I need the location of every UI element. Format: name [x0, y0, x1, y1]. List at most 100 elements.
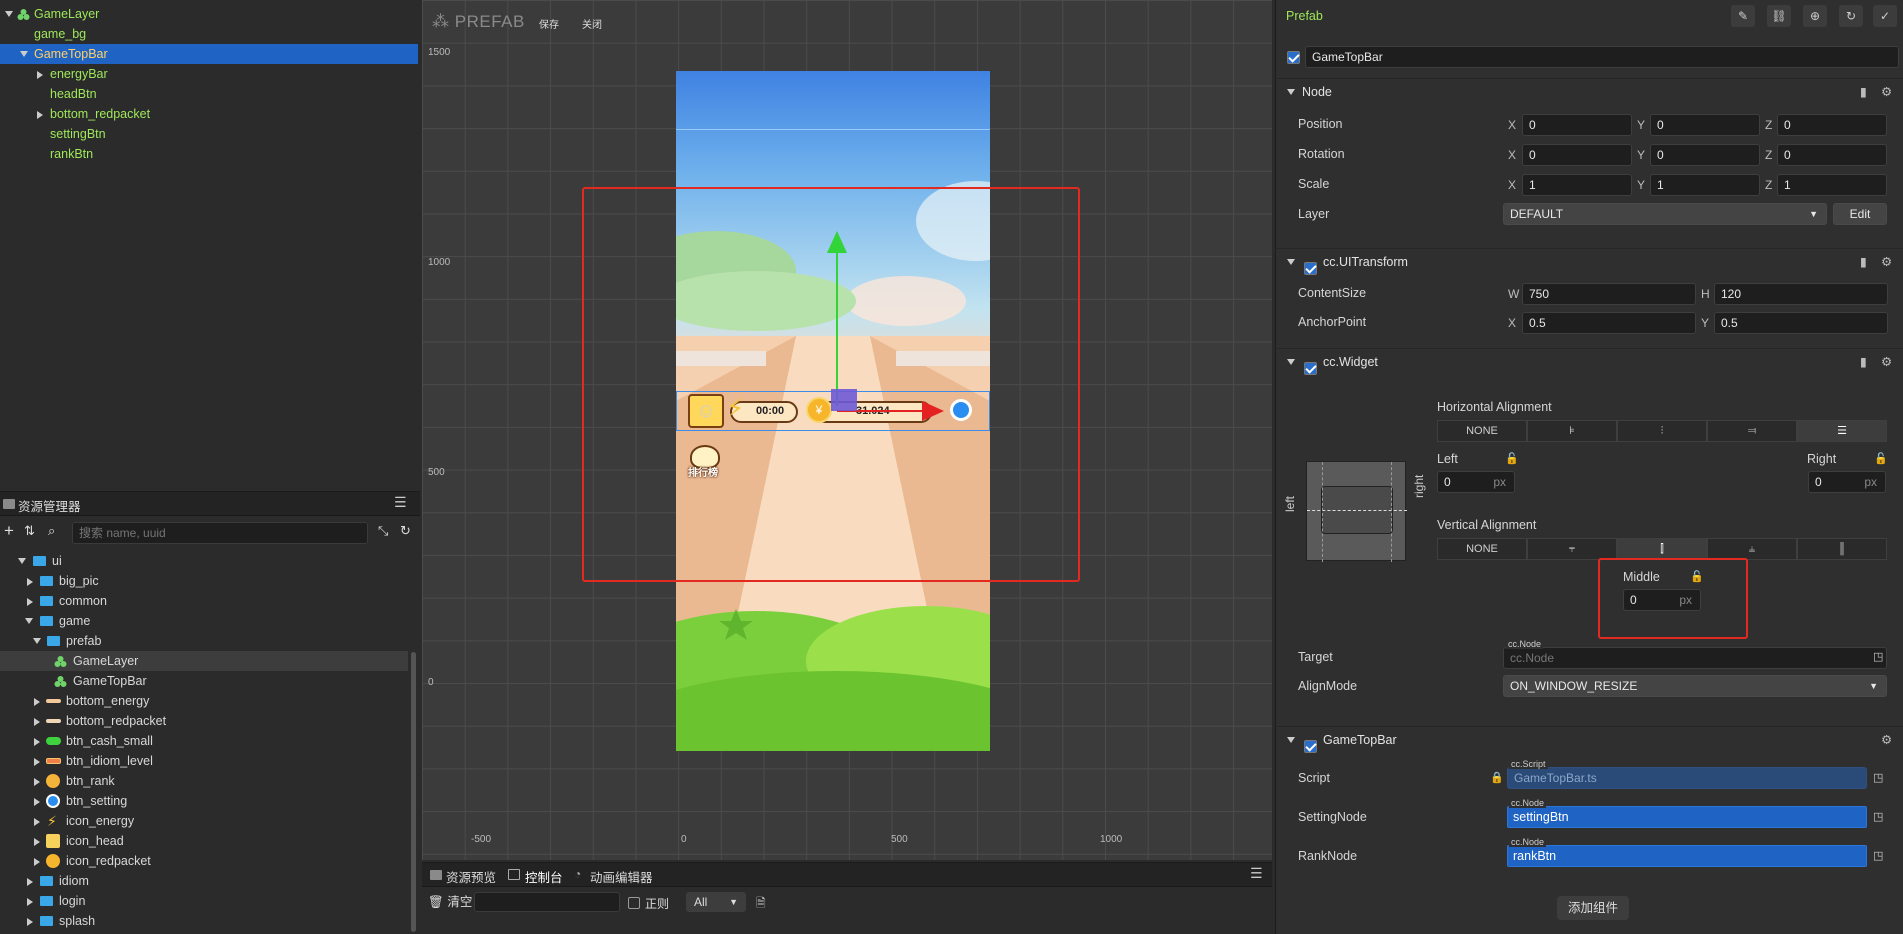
asset-folder-common[interactable]: common: [0, 591, 408, 611]
node-section-header[interactable]: Node ▮ ⚙: [1275, 78, 1903, 104]
component-enabled-checkbox[interactable]: [1304, 362, 1317, 376]
add-component-button[interactable]: 添加组件: [1557, 896, 1629, 920]
console-filter-input[interactable]: [474, 892, 620, 912]
book-icon[interactable]: ▮: [1860, 249, 1867, 275]
chevron-down-icon[interactable]: [20, 51, 28, 57]
settingnode-field[interactable]: settingBtn: [1507, 806, 1867, 828]
chevron-right-icon[interactable]: [34, 838, 40, 846]
scale-x-input[interactable]: 1: [1522, 174, 1632, 196]
asset-btn-setting[interactable]: btn_setting: [0, 791, 408, 811]
tree-node-rankbtn[interactable]: rankBtn: [0, 144, 418, 164]
chevron-right-icon[interactable]: [37, 111, 43, 119]
tab-animation-editor[interactable]: 动画编辑器: [590, 867, 653, 886]
content-height-input[interactable]: 120: [1714, 283, 1888, 305]
tree-node-gamelayer[interactable]: GameLayer: [0, 4, 418, 24]
tab-asset-preview[interactable]: 资源预览: [446, 867, 496, 886]
script-section-header[interactable]: GameTopBar ⚙: [1275, 726, 1903, 754]
chevron-down-icon[interactable]: [18, 558, 26, 564]
asset-btn-cash-small[interactable]: btn_cash_small: [0, 731, 408, 751]
edit-icon[interactable]: ✎: [1731, 5, 1755, 27]
chevron-down-icon[interactable]: [1287, 89, 1295, 95]
assets-scrollbar[interactable]: [411, 652, 416, 932]
h-align-stretch[interactable]: ☰: [1797, 420, 1887, 442]
assets-search-input[interactable]: [72, 522, 368, 544]
menu-icon[interactable]: ☰: [394, 494, 407, 511]
node-active-checkbox[interactable]: [1287, 51, 1300, 65]
gear-icon[interactable]: ⚙: [1881, 727, 1892, 753]
chevron-right-icon[interactable]: [34, 818, 40, 826]
add-icon[interactable]: +: [4, 521, 14, 541]
refresh-icon[interactable]: ↻: [1839, 5, 1863, 27]
lock-icon[interactable]: 🔓: [1505, 452, 1519, 465]
search-filter-icon[interactable]: ⌕: [48, 523, 55, 539]
pick-icon[interactable]: ◳: [1873, 810, 1883, 823]
asset-folder-splash[interactable]: splash: [0, 911, 408, 931]
asset-folder-prefab[interactable]: prefab: [0, 631, 408, 651]
chevron-right-icon[interactable]: [34, 738, 40, 746]
refresh-icon[interactable]: ↻: [400, 523, 411, 539]
book-icon[interactable]: ▮: [1860, 79, 1867, 105]
tree-node-settingbtn[interactable]: settingBtn: [0, 124, 418, 144]
right-margin-input[interactable]: 0 px: [1808, 471, 1886, 493]
tree-node-game-bg[interactable]: game_bg: [0, 24, 418, 44]
regex-checkbox[interactable]: [628, 897, 640, 909]
asset-folder-idiom[interactable]: idiom: [0, 871, 408, 891]
menu-icon[interactable]: ☰: [1250, 865, 1263, 882]
rotation-z-input[interactable]: 0: [1777, 144, 1887, 166]
rotation-y-input[interactable]: 0: [1650, 144, 1760, 166]
asset-icon-head[interactable]: icon_head: [0, 831, 408, 851]
asset-prefab-gametopbar[interactable]: GameTopBar: [0, 671, 408, 691]
save-button[interactable]: 保存: [539, 16, 559, 31]
lock-icon[interactable]: 🔓: [1874, 452, 1888, 465]
v-align-bottom[interactable]: ⫨: [1707, 538, 1797, 560]
rotation-x-input[interactable]: 0: [1522, 144, 1632, 166]
target-field[interactable]: cc.Node: [1503, 647, 1887, 669]
v-align-middle[interactable]: ⫿: [1617, 538, 1707, 560]
alignmode-select[interactable]: ON_WINDOW_RESIZE ▼: [1503, 675, 1887, 697]
chevron-right-icon[interactable]: [27, 878, 33, 886]
chevron-right-icon[interactable]: [34, 698, 40, 706]
confirm-icon[interactable]: ✓: [1873, 5, 1897, 27]
locate-icon[interactable]: ⊕: [1803, 5, 1827, 27]
chevron-down-icon[interactable]: [5, 11, 13, 17]
layer-edit-button[interactable]: Edit: [1833, 203, 1887, 225]
component-enabled-checkbox[interactable]: [1304, 262, 1317, 276]
asset-bottom-energy[interactable]: bottom_energy: [0, 691, 408, 711]
asset-prefab-gamelayer[interactable]: GameLayer: [0, 651, 408, 671]
gear-icon[interactable]: ⚙: [1881, 349, 1892, 375]
chevron-down-icon[interactable]: [1287, 359, 1295, 365]
chevron-right-icon[interactable]: [34, 778, 40, 786]
position-z-input[interactable]: 0: [1777, 114, 1887, 136]
pick-icon[interactable]: ◳: [1873, 849, 1883, 862]
close-button[interactable]: 关闭: [582, 16, 602, 31]
asset-icon-energy[interactable]: ⚡ icon_energy: [0, 811, 408, 831]
link-icon[interactable]: ⛓: [1767, 5, 1791, 27]
asset-btn-idiom-level[interactable]: btn_idiom_level: [0, 751, 408, 771]
chevron-right-icon[interactable]: [34, 758, 40, 766]
book-icon[interactable]: ▮: [1860, 349, 1867, 375]
clear-button[interactable]: 🗑 清空: [428, 891, 472, 913]
uitransform-section-header[interactable]: cc.UITransform ▮ ⚙: [1275, 248, 1903, 276]
scale-z-input[interactable]: 1: [1777, 174, 1887, 196]
position-x-input[interactable]: 0: [1522, 114, 1632, 136]
layer-select[interactable]: DEFAULT ▼: [1503, 203, 1827, 225]
collapse-icon[interactable]: ⤡: [378, 523, 388, 539]
chevron-right-icon[interactable]: [37, 71, 43, 79]
gear-icon[interactable]: ⚙: [1881, 249, 1892, 275]
chevron-right-icon[interactable]: [27, 598, 33, 606]
widget-section-header[interactable]: cc.Widget ▮ ⚙: [1275, 348, 1903, 376]
assets-tab-title[interactable]: 资源管理器: [18, 496, 81, 515]
tree-node-energybar[interactable]: energyBar: [0, 64, 418, 84]
scale-y-input[interactable]: 1: [1650, 174, 1760, 196]
chevron-right-icon[interactable]: [27, 898, 33, 906]
tree-node-bottom-redpacket[interactable]: bottom_redpacket: [0, 104, 418, 124]
asset-folder-login[interactable]: login: [0, 891, 408, 911]
gear-icon[interactable]: ⚙: [1881, 79, 1892, 105]
anchor-x-input[interactable]: 0.5: [1522, 312, 1696, 334]
node-name-input[interactable]: GameTopBar: [1305, 46, 1899, 68]
v-align-stretch[interactable]: ║: [1797, 538, 1887, 560]
anchor-y-input[interactable]: 0.5: [1714, 312, 1888, 334]
asset-btn-rank[interactable]: btn_rank: [0, 771, 408, 791]
tree-node-headbtn[interactable]: headBtn: [0, 84, 418, 104]
log-level-select[interactable]: All ▼: [686, 892, 746, 912]
